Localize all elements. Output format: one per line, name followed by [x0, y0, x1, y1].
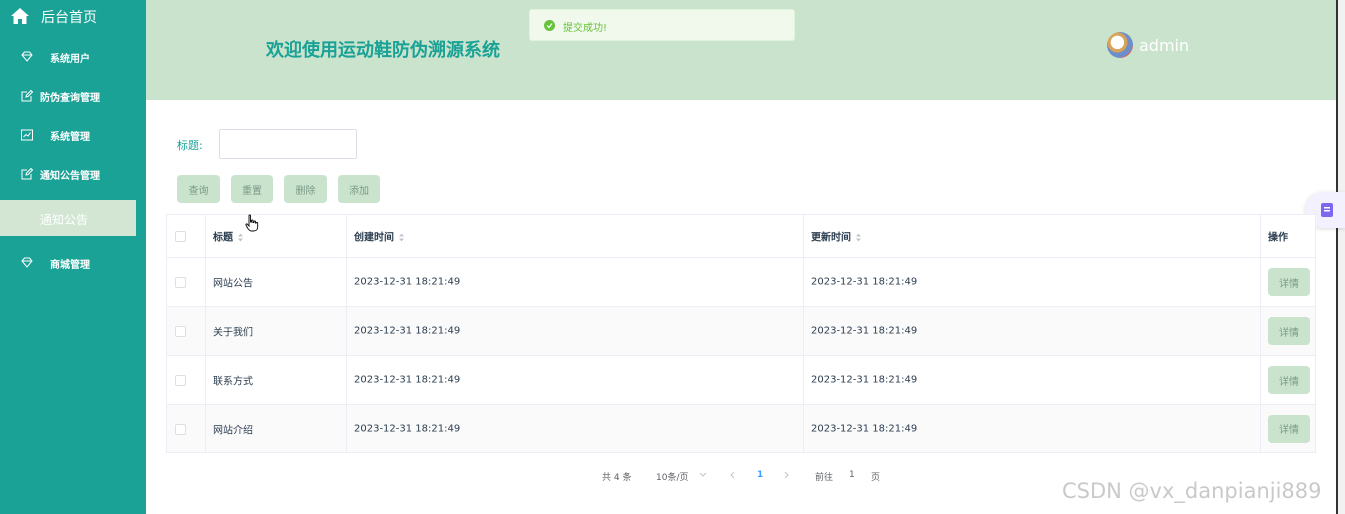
- sidebar-item-system-manage[interactable]: 系统管理: [0, 116, 146, 154]
- chevron-down-icon[interactable]: [699, 472, 707, 478]
- row-updated: 2023-12-31 18:21:49: [811, 325, 918, 337]
- notice-table: 标题 创建时间 更新时间 操作 网站公告 2023-12-31 18:21:49…: [166, 214, 1316, 453]
- sort-icon[interactable]: [855, 233, 862, 243]
- column-header-created[interactable]: 创建时间: [347, 215, 804, 257]
- sidebar-item-label: 防伪查询管理: [40, 93, 100, 104]
- sidebar-item-mall-manage[interactable]: 商城管理: [0, 244, 146, 282]
- detail-button[interactable]: 详情: [1268, 268, 1310, 296]
- row-updated: 2023-12-31 18:21:49: [811, 276, 918, 288]
- pagination-total: 共 4 条: [602, 473, 632, 483]
- home-icon: [11, 8, 29, 24]
- sidebar: 后台首页 系统用户 防伪查询管理 系统管理 通知公告管理 通知公告 商城管理: [0, 0, 146, 514]
- page-number-current[interactable]: 1: [757, 470, 763, 480]
- goto-suffix: 页: [871, 473, 881, 483]
- sidebar-item-notice[interactable]: 通知公告: [0, 200, 136, 236]
- sidebar-item-system-users[interactable]: 系统用户: [0, 38, 146, 76]
- table-row: 网站介绍 2023-12-31 18:21:49 2023-12-31 18:2…: [167, 405, 1315, 452]
- table-row: 联系方式 2023-12-31 18:21:49 2023-12-31 18:2…: [167, 356, 1315, 405]
- goto-page-input[interactable]: 1: [849, 470, 855, 480]
- delete-button[interactable]: 删除: [284, 175, 327, 203]
- window-edge: [1336, 0, 1345, 514]
- title-search-label: 标题:: [177, 139, 203, 152]
- sidebar-item-home[interactable]: 后台首页: [0, 0, 146, 32]
- hand-cursor-icon: [245, 214, 259, 232]
- column-header-updated[interactable]: 更新时间: [804, 215, 1261, 257]
- row-updated: 2023-12-31 18:21:49: [811, 374, 918, 386]
- chart-icon: [21, 129, 33, 141]
- check-circle-icon: [544, 20, 555, 31]
- row-title: 关于我们: [213, 327, 253, 339]
- page-title: 欢迎使用运动鞋防伪溯源系统: [266, 40, 500, 61]
- column-label: 创建时间: [354, 232, 394, 244]
- row-title: 联系方式: [213, 376, 253, 388]
- sidebar-item-anticounterfeit[interactable]: 防伪查询管理: [0, 77, 146, 115]
- success-toast: 提交成功!: [529, 9, 795, 41]
- avatar[interactable]: [1107, 32, 1133, 58]
- column-header-actions: 操作: [1261, 215, 1315, 257]
- row-title: 网站公告: [213, 278, 253, 290]
- row-checkbox[interactable]: [175, 277, 186, 288]
- toast-message: 提交成功!: [563, 23, 608, 34]
- select-all-checkbox[interactable]: [175, 231, 186, 242]
- row-created: 2023-12-31 18:21:49: [354, 423, 461, 434]
- row-title: 网站介绍: [213, 425, 253, 436]
- row-updated: 2023-12-31 18:21:49: [811, 423, 918, 434]
- reset-button[interactable]: 重置: [231, 175, 273, 203]
- detail-button[interactable]: 详情: [1268, 317, 1310, 345]
- row-created: 2023-12-31 18:21:49: [354, 325, 461, 337]
- sidebar-item-label: 商城管理: [50, 260, 90, 271]
- row-checkbox[interactable]: [175, 326, 186, 337]
- title-search-input[interactable]: [219, 129, 357, 159]
- watermark: CSDN @vx_danpianji889: [1062, 479, 1322, 503]
- row-checkbox[interactable]: [175, 423, 186, 435]
- diamond-icon: [21, 257, 33, 268]
- sidebar-item-label: 通知公告管理: [40, 171, 100, 182]
- sort-icon[interactable]: [398, 233, 405, 243]
- add-button[interactable]: 添加: [338, 175, 380, 203]
- prev-page-icon[interactable]: [729, 471, 735, 479]
- column-label: 标题: [213, 232, 233, 244]
- sidebar-item-notice-manage[interactable]: 通知公告管理: [0, 155, 146, 193]
- column-label: 操作: [1268, 232, 1288, 244]
- table-row: 关于我们 2023-12-31 18:21:49 2023-12-31 18:2…: [167, 307, 1315, 356]
- table-header-row: 标题 创建时间 更新时间 操作: [167, 215, 1315, 258]
- detail-button[interactable]: 详情: [1268, 366, 1310, 394]
- sort-icon[interactable]: [237, 233, 244, 243]
- column-header-title[interactable]: 标题: [206, 215, 347, 257]
- page-size-select[interactable]: 10条/页: [656, 470, 689, 483]
- sidebar-item-label: 后台首页: [41, 10, 97, 26]
- next-page-icon[interactable]: [784, 471, 790, 479]
- sidebar-item-label: 通知公告: [40, 213, 89, 227]
- row-created: 2023-12-31 18:21:49: [354, 374, 461, 386]
- sidebar-item-label: 系统管理: [50, 132, 90, 143]
- username-label[interactable]: admin: [1139, 36, 1189, 55]
- sidebar-item-label: 系统用户: [50, 54, 90, 65]
- edit-icon: [21, 89, 34, 102]
- edit-icon: [21, 167, 34, 180]
- document-icon: [1321, 203, 1333, 217]
- table-row: 网站公告 2023-12-31 18:21:49 2023-12-31 18:2…: [167, 258, 1315, 307]
- query-button[interactable]: 查询: [177, 175, 220, 203]
- row-created: 2023-12-31 18:21:49: [354, 276, 461, 288]
- goto-label: 前往: [815, 473, 834, 483]
- row-checkbox[interactable]: [175, 375, 186, 386]
- diamond-icon: [21, 51, 33, 62]
- column-label: 更新时间: [811, 232, 851, 244]
- select-all-cell: [167, 215, 206, 257]
- detail-button[interactable]: 详情: [1268, 414, 1310, 443]
